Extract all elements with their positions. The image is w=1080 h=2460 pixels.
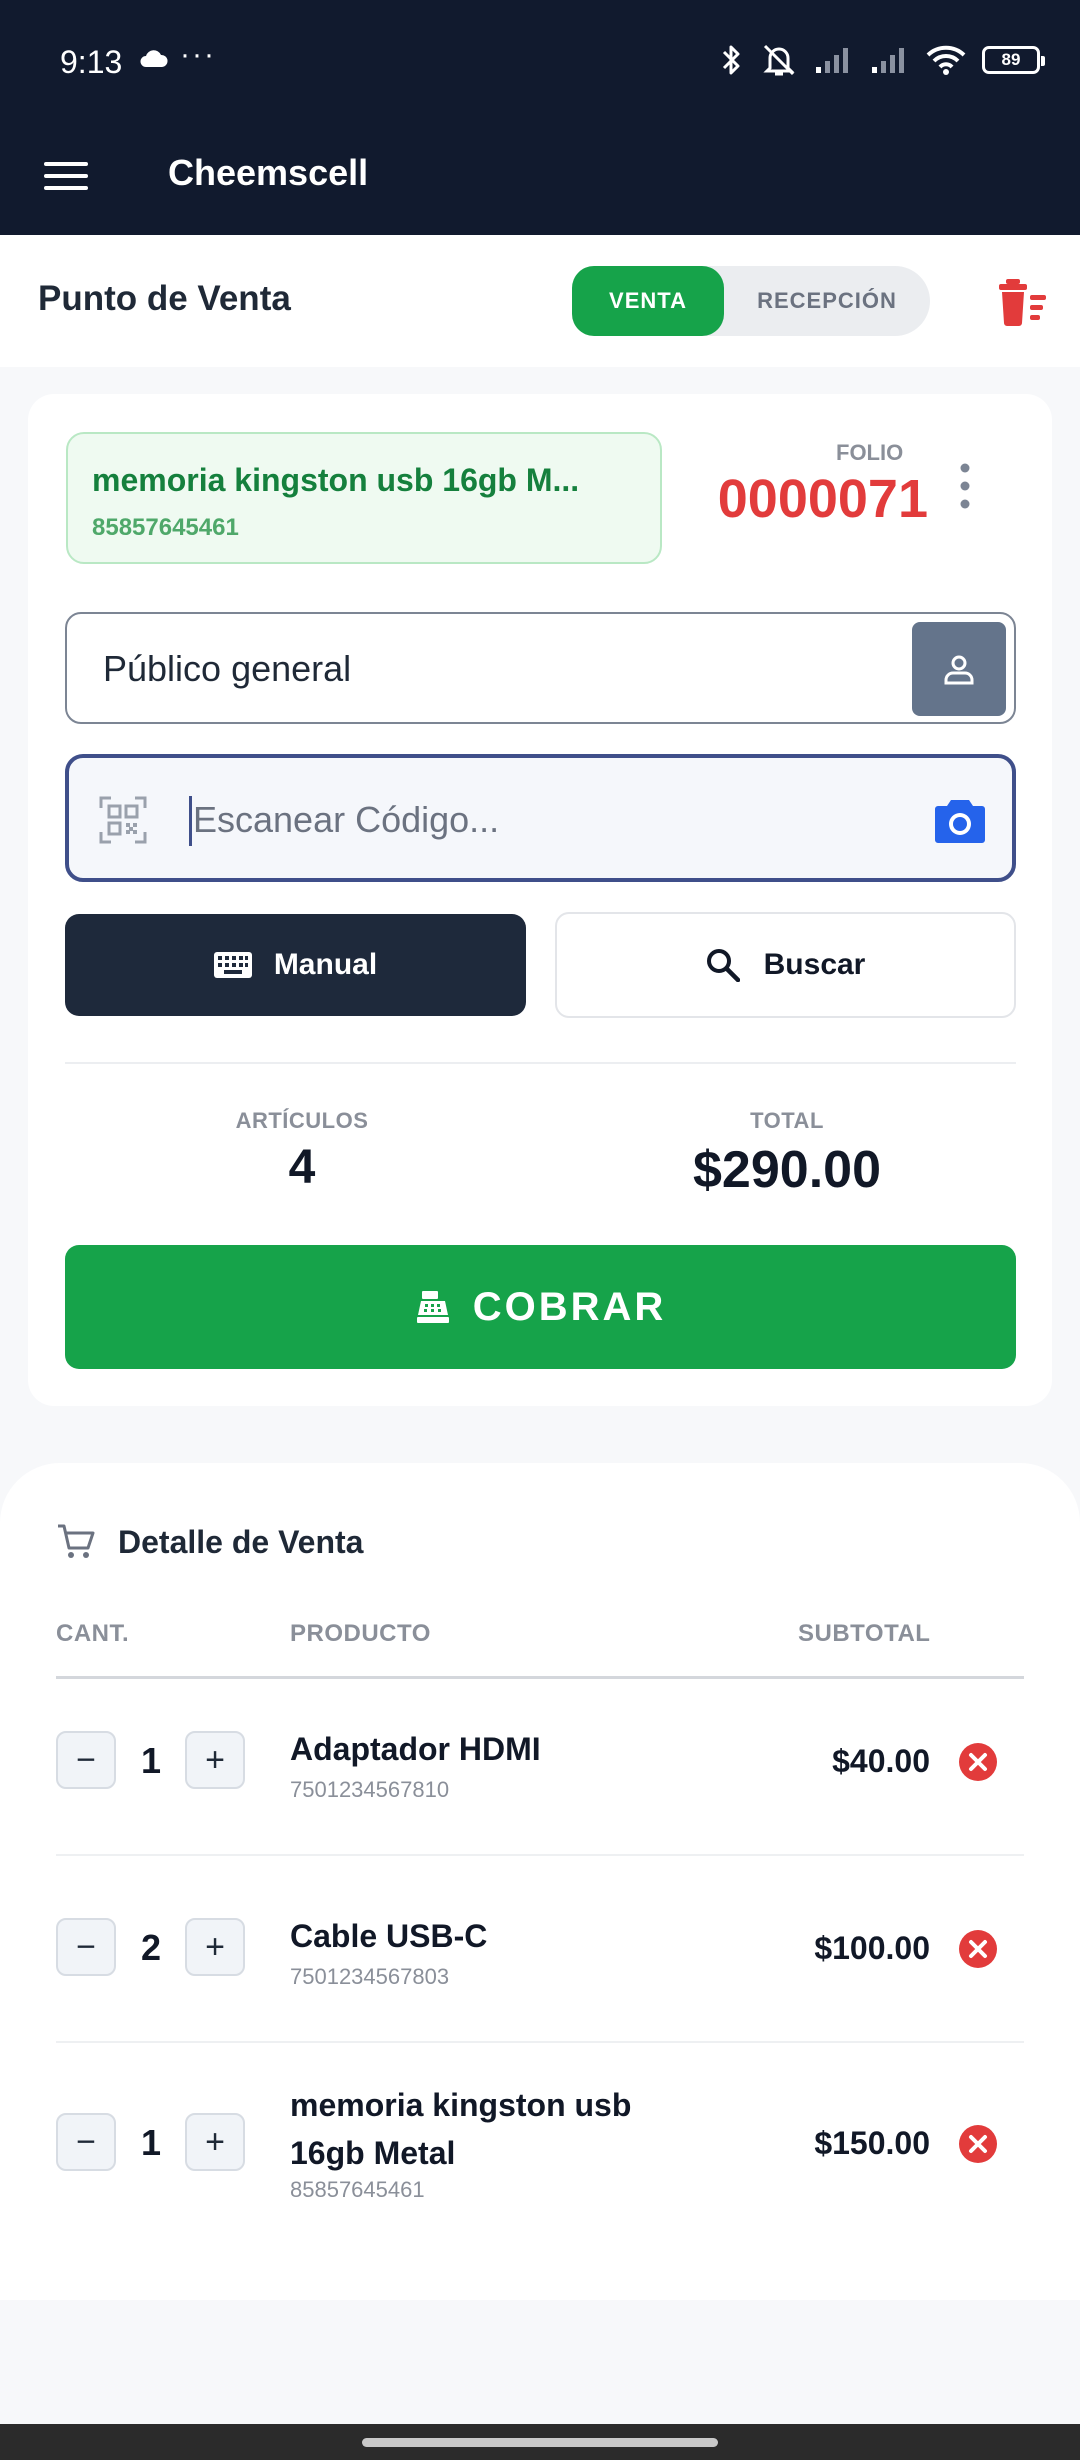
page-title: Punto de Venta [38,279,291,318]
status-icons: 89 [720,42,1045,78]
status-bar: 9:13 ··· 89 [0,0,1080,130]
decrease-qty-button[interactable]: − [56,1918,116,1976]
hamburger-menu-icon[interactable] [44,154,88,198]
bluetooth-icon [722,45,740,75]
articulos-count: 4 [288,1141,316,1194]
item-subtotal: $100.00 [814,1930,930,1966]
battery-level: 89 [1001,50,1021,69]
item-subtotal: $150.00 [814,2125,930,2161]
more-options-icon[interactable] [952,460,978,512]
remove-item-icon[interactable] [958,2124,998,2164]
battery-icon: 89 [982,46,1045,74]
header-divider [56,1676,1024,1679]
client-field[interactable]: Público general [65,612,1016,724]
qr-scan-icon [99,796,147,844]
wifi-icon [926,45,966,75]
keyboard-icon [213,952,252,978]
decrease-qty-button[interactable]: − [56,1731,116,1789]
buscar-label: Buscar [763,948,866,981]
tab-recepcion[interactable]: RECEPCIÓN [724,266,930,336]
status-time: 9:13 [60,44,123,80]
cloud-icon [140,50,168,67]
status-more: ··· [180,38,216,71]
cash-register-icon [416,1291,449,1323]
scan-field[interactable] [65,754,1016,882]
signal-icon-1 [816,48,848,73]
folio-value: 0000071 [717,469,928,529]
silent-bell-icon [763,44,795,76]
cobrar-label: COBRAR [472,1284,667,1329]
item-name: Adaptador HDMI [290,1731,541,1767]
folio-label: FOLIO [836,440,904,465]
sale-card: memoria kingston usb 16gb M... 858576454… [28,394,1052,1406]
remove-item-icon[interactable] [958,1742,998,1782]
row-divider [56,1854,1024,1856]
item-code: 85857645461 [290,2177,425,2202]
item-qty: 2 [140,1927,162,1968]
last-item-code: 85857645461 [92,514,239,541]
person-icon [944,655,974,685]
mode-toggle: VENTA RECEPCIÓN [572,266,930,336]
col-producto: PRODUCTO [290,1620,431,1647]
manual-label: Manual [273,948,378,981]
remove-item-icon[interactable] [958,1929,998,1969]
item-name: memoria kingston usb 16gb Metal [290,2087,632,2171]
search-product-button[interactable]: Buscar [555,912,1016,1018]
last-scanned-item: memoria kingston usb 16gb M... 858576454… [66,432,662,564]
item-name: Cable USB-C [290,1918,488,1954]
detail-header: Detalle de Venta [56,1523,363,1561]
row-divider [56,2041,1024,2043]
system-nav-bar [0,2424,1080,2460]
app-title: Cheemscell [168,152,369,193]
select-client-button[interactable] [912,622,1006,716]
app-bar: Cheemscell [0,130,1080,235]
search-icon [706,949,740,982]
item-code: 7501234567810 [290,1777,450,1802]
charge-button[interactable]: COBRAR [65,1245,1016,1369]
item-qty: 1 [140,1740,162,1781]
item-code: 7501234567803 [290,1964,450,1989]
clear-sale-icon[interactable] [996,277,1048,327]
divider [65,1062,1016,1064]
total-amount: $290.00 [693,1141,881,1199]
item-qty: 1 [140,2122,162,2163]
decrease-qty-button[interactable]: − [56,2113,116,2171]
tab-venta[interactable]: VENTA [572,266,724,336]
page-header: Punto de Venta VENTA RECEPCIÓN [0,235,1080,367]
manual-entry-button[interactable]: Manual [65,914,526,1016]
client-name: Público general [103,648,352,689]
increase-qty-button[interactable]: + [185,1731,245,1789]
text-caret [189,796,192,846]
cart-icon [58,1524,95,1558]
col-subtotal: SUBTOTAL [798,1620,931,1647]
sale-detail-sheet: Detalle de Venta CANT. PRODUCTO SUBTOTAL… [0,1463,1080,2300]
increase-qty-button[interactable]: + [185,2113,245,2171]
barcode-input[interactable] [193,780,893,860]
last-item-name: memoria kingston usb 16gb M... [92,462,580,498]
col-cant: CANT. [56,1620,130,1647]
increase-qty-button[interactable]: + [185,1918,245,1976]
item-subtotal: $40.00 [832,1743,930,1779]
articulos-label: ARTÍCULOS [235,1108,369,1133]
signal-icon-2 [872,48,904,73]
camera-icon[interactable] [934,796,986,844]
total-label: TOTAL [750,1108,824,1133]
home-gesture-handle[interactable] [362,2438,718,2447]
detail-title: Detalle de Venta [118,1523,364,1560]
